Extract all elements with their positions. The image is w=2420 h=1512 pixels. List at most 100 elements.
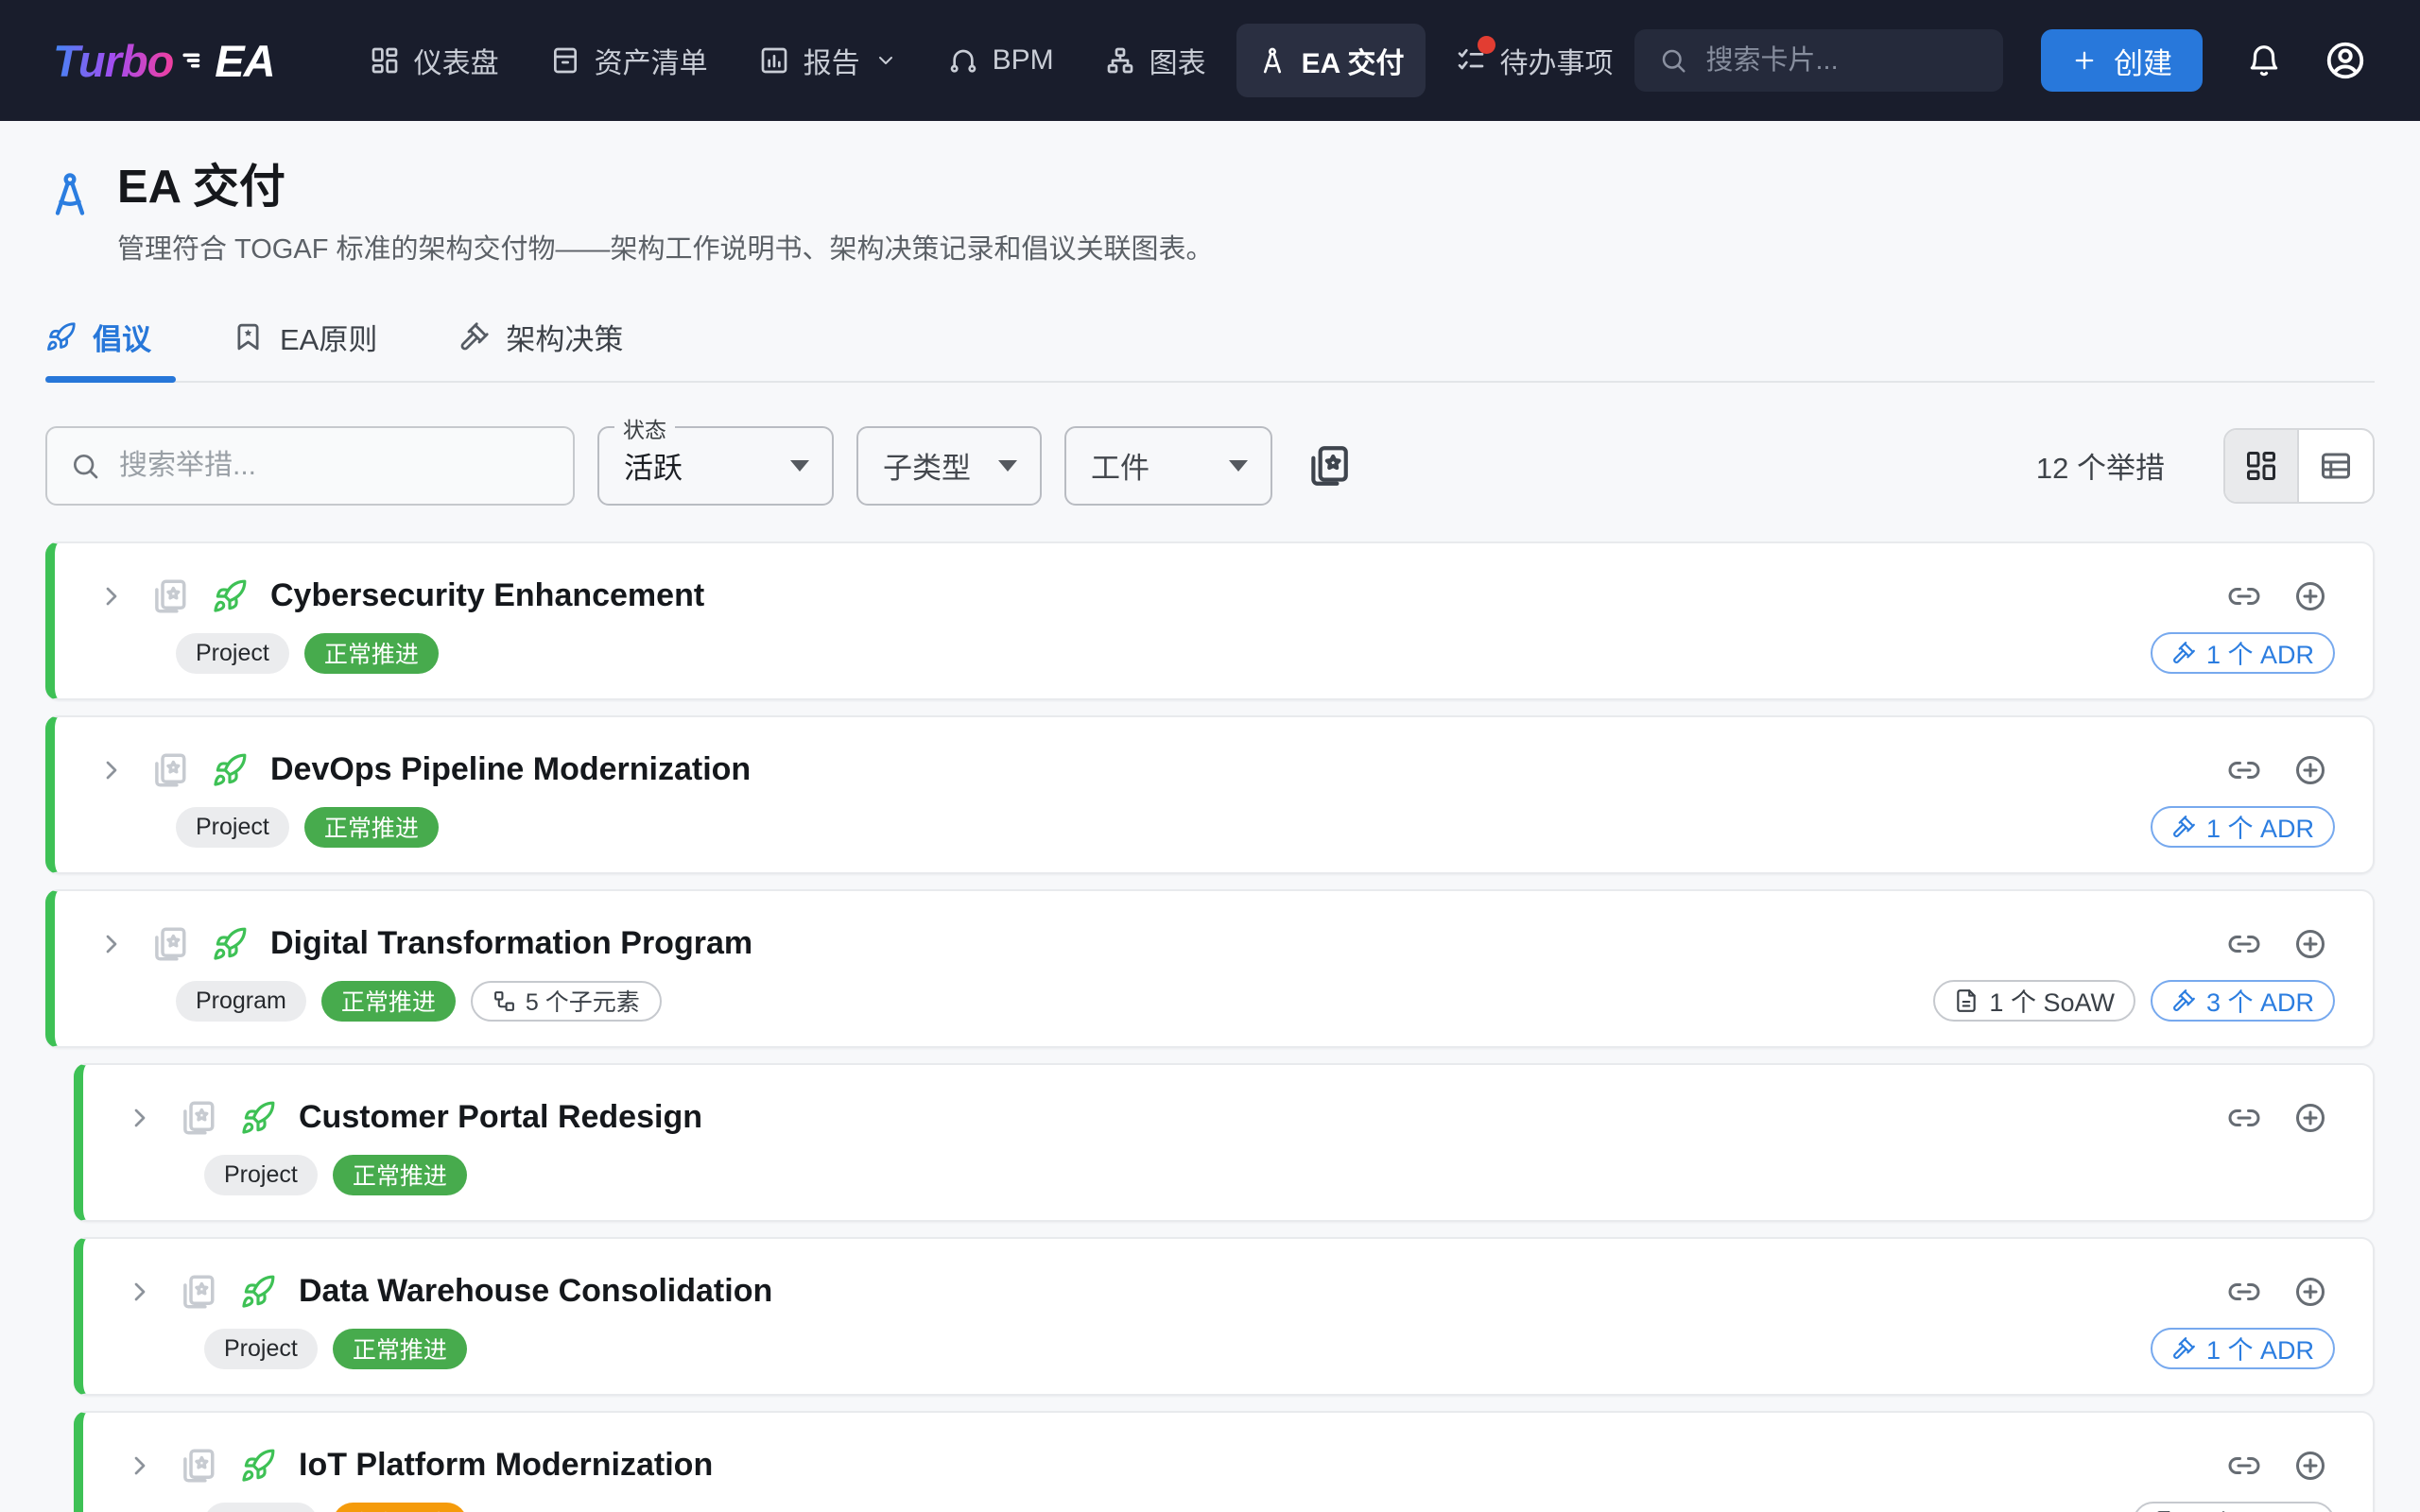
chevron-right-icon (96, 581, 127, 611)
badge-row: Project 正常推进 (176, 633, 439, 674)
expand-button[interactable] (125, 1451, 155, 1481)
user-avatar-button[interactable] (2324, 39, 2367, 82)
adr-count-badge[interactable]: 1 个 ADR (2151, 806, 2335, 848)
card-stack-star-icon (178, 1098, 217, 1138)
type-pill: Program (176, 981, 306, 1022)
initiative-card[interactable]: Cybersecurity Enhancement Project 正常推进 1… (45, 541, 2375, 700)
card-stack-star-icon (149, 576, 189, 616)
status-pill: 正常推进 (321, 981, 456, 1022)
card-stack-star-icon (178, 1446, 217, 1486)
status-select-value: 活跃 (624, 444, 683, 487)
search-icon (70, 451, 100, 481)
rocket-icon (212, 752, 248, 788)
adr-count-badge[interactable]: 1 个 ADR (2151, 632, 2335, 674)
speed-lines-icon (181, 44, 213, 77)
nav-item-diagrams[interactable]: 图表 (1084, 24, 1227, 97)
nav-item-todos[interactable]: 待办事项 (1435, 24, 1634, 97)
grid-view-button[interactable] (2225, 430, 2299, 502)
initiative-search-input[interactable] (117, 449, 550, 483)
filter-bar: 状态 活跃 子类型 工件 12 个举措 (45, 426, 2375, 506)
document-icon (1954, 988, 1979, 1013)
app-logo[interactable]: Turbo EA (53, 35, 275, 87)
tab-architecture-decisions[interactable]: 架构决策 (458, 295, 648, 381)
nav-item-ea-delivery[interactable]: EA 交付 (1236, 24, 1426, 97)
initiative-search (45, 426, 575, 506)
tab-label: 倡议 (93, 316, 151, 358)
notifications-bell-button[interactable] (2246, 43, 2282, 78)
nav-item-bpm[interactable]: BPM (927, 28, 1075, 93)
adr-count-label: 1 个 ADR (2206, 808, 2314, 845)
link-button[interactable] (2227, 1449, 2261, 1483)
artifact-select[interactable]: 工件 (1064, 426, 1272, 506)
soaw-count-badge[interactable]: 1 个 SoAW (2133, 1502, 2335, 1512)
card-stack-star-icon (178, 1272, 217, 1312)
initiative-card[interactable]: Digital Transformation Program Program 正… (45, 889, 2375, 1048)
nav-item-reports[interactable]: 报告 (738, 24, 918, 97)
add-button[interactable] (2293, 1449, 2327, 1483)
card-stack-star-icon (1305, 442, 1352, 490)
link-button[interactable] (2227, 927, 2261, 961)
gavel-icon (2171, 641, 2196, 665)
nav-item-assets[interactable]: 资产清单 (529, 24, 729, 97)
status-pill: 正常推进 (333, 1155, 467, 1195)
expand-button[interactable] (96, 929, 127, 959)
link-button[interactable] (2227, 753, 2261, 787)
nav-item-label: 待办事项 (1500, 40, 1614, 81)
rocket-icon (212, 578, 248, 614)
page-header: EA 交付 管理符合 TOGAF 标准的架构交付物——架构工作说明书、架构决策记… (45, 163, 2375, 266)
expand-button[interactable] (96, 581, 127, 611)
expand-button[interactable] (96, 755, 127, 785)
table-view-button[interactable] (2299, 430, 2373, 502)
link-icon (2227, 1275, 2261, 1309)
tab-label: 架构决策 (506, 316, 623, 358)
type-pill: Project (204, 1155, 318, 1195)
expand-button[interactable] (125, 1103, 155, 1133)
link-button[interactable] (2227, 1275, 2261, 1309)
chevron-down-icon (874, 49, 897, 72)
grid-view-icon (2244, 449, 2278, 483)
initiative-card[interactable]: DevOps Pipeline Modernization Project 正常… (45, 715, 2375, 874)
link-button[interactable] (2227, 1101, 2261, 1135)
add-button[interactable] (2293, 1275, 2327, 1309)
plus-circle-icon (2293, 1101, 2327, 1135)
add-button[interactable] (2293, 927, 2327, 961)
add-button[interactable] (2293, 1101, 2327, 1135)
card-main: Customer Portal Redesign (125, 1095, 702, 1141)
global-search-input[interactable] (1704, 44, 1979, 77)
adr-count-badge[interactable]: 3 个 ADR (2151, 980, 2335, 1022)
expand-button[interactable] (125, 1277, 155, 1307)
initiative-card-child[interactable]: Customer Portal Redesign Project 正常推进 (74, 1063, 2375, 1222)
rocket-icon (240, 1274, 276, 1310)
checklist-icon-wrap (1456, 45, 1486, 76)
add-button[interactable] (2293, 579, 2327, 613)
initiative-title: Digital Transformation Program (270, 925, 752, 962)
initiative-card-child[interactable]: Data Warehouse Consolidation Project 正常推… (74, 1237, 2375, 1396)
add-button[interactable] (2293, 753, 2327, 787)
top-nav: Turbo EA 仪表盘 资产清单 报告 BPM 图表 EA 交付 (0, 0, 2420, 121)
card-actions (2227, 1101, 2327, 1135)
gavel-icon (458, 321, 490, 352)
link-button[interactable] (2227, 579, 2261, 613)
gavel-icon (2171, 1336, 2196, 1361)
link-icon (2227, 753, 2261, 787)
saved-cards-button[interactable] (1305, 442, 1352, 490)
adr-count-badge[interactable]: 1 个 ADR (2151, 1328, 2335, 1369)
nav-item-label: 仪表盘 (414, 40, 499, 81)
status-select[interactable]: 状态 活跃 (597, 426, 834, 506)
soaw-count-badge[interactable]: 1 个 SoAW (1933, 980, 2135, 1022)
nav-item-dashboard[interactable]: 仪表盘 (349, 24, 520, 97)
card-stack-star-icon (149, 750, 189, 790)
tab-ea-principles[interactable]: EA原则 (233, 295, 402, 381)
create-button[interactable]: 创建 (2041, 29, 2203, 92)
nav-item-label: 资产清单 (595, 40, 708, 81)
subtype-select[interactable]: 子类型 (856, 426, 1042, 506)
drafting-compass-icon (45, 170, 95, 266)
type-pill: Project (204, 1503, 318, 1512)
card-badges: 1 个 SoAW (2133, 1502, 2335, 1512)
rocket-icon (45, 321, 77, 352)
initiative-card-child[interactable]: IoT Platform Modernization Project 存在风险 … (74, 1411, 2375, 1512)
tab-initiatives[interactable]: 倡议 (45, 295, 176, 381)
notification-dot (1478, 36, 1495, 54)
card-badges: 1 个 ADR (2151, 632, 2335, 674)
diagram-icon (1105, 45, 1135, 76)
